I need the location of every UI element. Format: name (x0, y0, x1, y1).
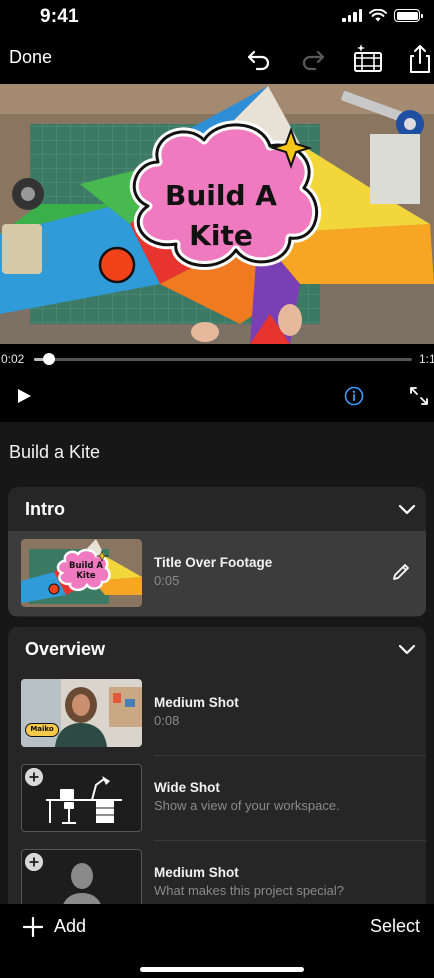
section-header[interactable]: Intro (8, 487, 426, 531)
shot-duration: 0:08 (154, 713, 180, 728)
shot-row[interactable]: Build A Kite Title Over Footage 0:05 (8, 531, 426, 616)
title-card-text: Build A Kite (138, 176, 304, 256)
bottom-toolbar: Add Select (0, 904, 434, 978)
shot-row[interactable]: Wide Shot Show a view of your workspace. (8, 756, 426, 841)
shot-prompt: What makes this project special? (154, 883, 345, 898)
shot-prompt: Show a view of your workspace. (154, 798, 340, 813)
fullscreen-icon[interactable] (408, 385, 430, 407)
done-button[interactable]: Done (9, 47, 52, 68)
thumbnail-title-text: Build A Kite (69, 561, 103, 581)
shot-title: Wide Shot (154, 780, 220, 795)
section-title: Intro (25, 499, 65, 519)
shot-title: Title Over Footage (154, 555, 273, 570)
shot-placeholder[interactable] (21, 764, 142, 832)
shot-title: Medium Shot (154, 695, 239, 710)
scrub-handle[interactable] (43, 353, 56, 365)
info-icon[interactable] (344, 386, 364, 406)
section-header[interactable]: Overview (8, 627, 426, 671)
wifi-icon (369, 9, 387, 22)
storyboard: Build a Kite Intro Build A Kite Title Ov… (0, 422, 434, 978)
shot-duration: 0:05 (154, 573, 180, 588)
status-bar: 9:41 (0, 0, 434, 34)
status-icons (342, 9, 423, 22)
name-tag-text: Maiko (30, 725, 54, 733)
magic-movie-icon[interactable] (352, 43, 384, 75)
chevron-down-icon[interactable] (398, 640, 416, 658)
select-button[interactable]: Select (370, 916, 420, 937)
battery-icon (394, 9, 423, 22)
project-title: Build a Kite (9, 442, 101, 462)
share-icon[interactable] (404, 43, 434, 75)
section-title: Overview (25, 639, 106, 659)
play-icon[interactable] (16, 388, 32, 404)
plus-icon (23, 916, 43, 937)
end-time: 1:1 (419, 352, 434, 366)
section-intro: Intro Build A Kite Title Over Footage 0:… (8, 487, 426, 617)
cellular-signal-icon (342, 9, 362, 22)
shot-thumbnail: Build A Kite (21, 539, 142, 607)
status-time: 9:41 (40, 6, 79, 27)
editor-toolbar: Done (0, 40, 434, 80)
title-card-line1: Build A (165, 179, 277, 212)
home-indicator[interactable] (140, 967, 304, 972)
scrubber: 0:02 1:1 (0, 344, 434, 374)
pencil-icon[interactable] (390, 561, 412, 583)
redo-icon[interactable] (297, 43, 329, 75)
shot-title: Medium Shot (154, 865, 239, 880)
shot-row[interactable]: Maiko Medium Shot 0:08 (8, 671, 426, 756)
current-time: 0:02 (1, 352, 25, 366)
title-card-line2: Kite (189, 219, 253, 252)
chevron-down-icon[interactable] (398, 500, 416, 518)
scrub-track[interactable] (34, 358, 412, 361)
add-media-icon[interactable] (25, 768, 43, 786)
shot-thumbnail: Maiko (21, 679, 142, 747)
add-button[interactable]: Add (23, 916, 86, 937)
video-preview[interactable]: Build A Kite (0, 84, 434, 344)
add-media-icon[interactable] (25, 853, 43, 871)
add-label: Add (54, 916, 87, 936)
playback-controls (0, 374, 434, 420)
undo-icon[interactable] (243, 43, 275, 75)
section-overview: Overview Maiko Medium Shot 0:08 Wide Sho… (8, 627, 426, 927)
